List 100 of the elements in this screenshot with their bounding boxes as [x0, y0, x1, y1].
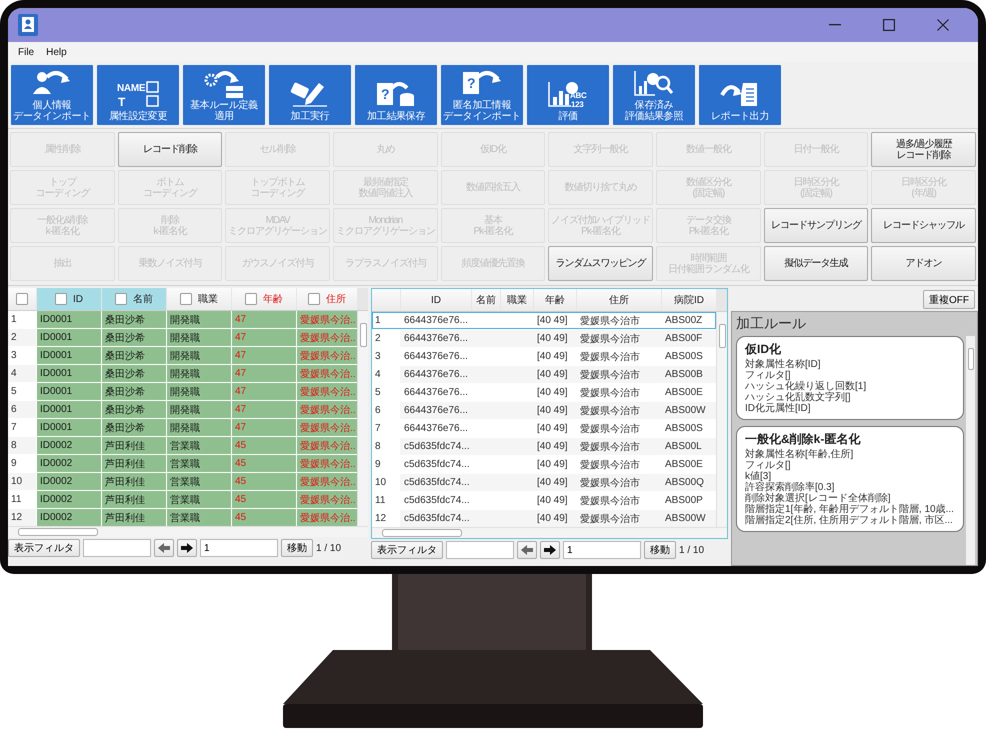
- table-cell: 45: [235, 512, 246, 523]
- table-cell: ID0001: [40, 404, 72, 415]
- operation-button[interactable]: レコード削除: [118, 132, 222, 167]
- vertical-scrollbar[interactable]: [357, 311, 368, 526]
- gear-arrow-icon: [203, 68, 245, 98]
- table-cell-text: 愛媛県今治市: [580, 404, 640, 418]
- column-header[interactable]: 職業: [198, 292, 218, 306]
- horizontal-scrollbar[interactable]: [372, 527, 727, 538]
- rule-parameter: 対象属性名称[ID]: [745, 359, 822, 370]
- close-icon[interactable]: [937, 19, 949, 31]
- column-header[interactable]: 名前: [133, 292, 153, 306]
- table-cell: ID0002: [40, 494, 72, 505]
- table-cell-text: 愛媛県今治..: [300, 404, 356, 416]
- table-row[interactable]: 6 6644376e76... [40 49] 愛媛県今治市 ABS00W: [372, 402, 716, 419]
- table-cell: 47: [235, 422, 246, 433]
- table-row[interactable]: 5 6644376e76... [40 49] 愛媛県今治市 ABS00E: [372, 384, 716, 401]
- filter-field[interactable]: [446, 541, 514, 559]
- table-row[interactable]: 12 c5d635fdc74... [40 49] 愛媛県今治市 ABS00W: [372, 510, 716, 527]
- table-cell: ABS00F: [665, 333, 702, 344]
- table-row[interactable]: 11 c5d635fdc74... [40 49] 愛媛県今治市 ABS00P: [372, 492, 716, 509]
- table-row[interactable]: 7 6644376e76... [40 49] 愛媛県今治市 ABS00S: [372, 420, 716, 437]
- table-cell: [40 49]: [537, 369, 568, 380]
- table-cell: [40 49]: [537, 351, 568, 362]
- next-page-button[interactable]: [177, 539, 197, 557]
- table-cell: 6644376e76...: [404, 405, 468, 416]
- maximize-icon[interactable]: [883, 19, 895, 31]
- table-row[interactable]: 10 c5d635fdc74... [40 49] 愛媛県今治市 ABS00Q: [372, 474, 716, 491]
- rule-card[interactable]: 仮ID化 対象属性名称[ID] フィルタ[] ハッシュ化繰り返し回数[1] ハッシュ化乱数文字列[] ID化元属性[ID]: [736, 336, 964, 420]
- toolbar-button[interactable]: 加工実行: [269, 65, 351, 125]
- filter-button[interactable]: 表示フィルタ: [371, 541, 443, 559]
- table-cell: c5d635fdc74...: [404, 477, 470, 488]
- checkbox[interactable]: [308, 293, 320, 305]
- filter-button[interactable]: 表示フィルタ: [8, 539, 80, 557]
- filter-field[interactable]: [83, 539, 151, 557]
- table-cell: 47: [235, 404, 246, 415]
- table-cell-text: 愛媛県今治..: [300, 458, 356, 470]
- menu-item[interactable]: File: [12, 44, 40, 60]
- table-cell: 45: [235, 476, 246, 487]
- toolbar-button[interactable]: 個人情報 データインポート: [11, 65, 93, 125]
- menu-item[interactable]: Help: [40, 44, 73, 60]
- checkbox[interactable]: [115, 293, 127, 305]
- minimize-icon[interactable]: [829, 24, 841, 26]
- column-header[interactable]: ID: [431, 294, 441, 306]
- toolbar-button[interactable]: NAME T 属性設定変更: [97, 65, 179, 125]
- column-header[interactable]: ID: [73, 294, 83, 304]
- operation-button[interactable]: レコードサンプリング: [764, 208, 868, 243]
- rule-card[interactable]: 一般化&削除k-匿名化 対象属性名称[年齢,住所] フィルタ[] k値[3] 許容探索削除率[0.3] 削除対象選択[レコード全体削除] 階層指定1[年齢, 年齢用デフォルト階層, 10歳... 階層指定2[住所, 住所用デフォルト階層, 市区...: [736, 426, 964, 532]
- table-row[interactable]: 4 6644376e76... [40 49] 愛媛県今治市 ABS00B: [372, 366, 716, 383]
- operation-button[interactable]: アドオン: [871, 246, 976, 281]
- checkbox[interactable]: [55, 293, 67, 305]
- operation-button[interactable]: ランダムスワッピング: [548, 246, 653, 281]
- page-field[interactable]: 1: [563, 541, 641, 559]
- table-cell-text: 桑田沙希: [105, 350, 145, 362]
- checkbox[interactable]: [180, 293, 192, 305]
- page-field[interactable]: 1: [200, 539, 278, 557]
- vertical-scrollbar[interactable]: [716, 312, 727, 527]
- table-row[interactable]: 9 c5d635fdc74... [40 49] 愛媛県今治市 ABS00E: [372, 456, 716, 473]
- horizontal-scrollbar[interactable]: [8, 526, 368, 537]
- table-cell: 6644376e76...: [404, 351, 468, 362]
- table-row[interactable]: 8 c5d635fdc74... [40 49] 愛媛県今治市 ABS00L: [372, 438, 716, 455]
- table-cell-text: 愛媛県今治市: [580, 476, 640, 490]
- table-row[interactable]: 1 6644376e76... [40 49] 愛媛県今治市 ABS00Z: [372, 312, 716, 329]
- previous-page-button[interactable]: [154, 539, 174, 557]
- go-button[interactable]: 移動: [644, 541, 676, 559]
- table-row[interactable]: 3 6644376e76... [40 49] 愛媛県今治市 ABS00S: [372, 348, 716, 365]
- previous-page-button[interactable]: [517, 541, 537, 559]
- column-header[interactable]: 住所: [609, 293, 629, 307]
- checkbox[interactable]: [245, 293, 257, 305]
- table-cell: ID0001: [40, 422, 72, 433]
- row-number: 10: [8, 473, 36, 490]
- row-number: 2: [8, 329, 36, 346]
- table-cell: [40 49]: [537, 315, 568, 326]
- table-cell-text: 愛媛県今治..: [300, 386, 356, 398]
- toolbar-button[interactable]: 基本ルール定義 適用: [183, 65, 265, 125]
- next-page-button[interactable]: [540, 541, 560, 559]
- toolbar-button[interactable]: 保存済み 評価結果参照: [613, 65, 695, 125]
- operation-button[interactable]: レコードシャッフル: [871, 208, 976, 243]
- table-row[interactable]: 2 6644376e76... [40 49] 愛媛県今治市 ABS00F: [372, 330, 716, 347]
- table-cell-text: 芦田利佳: [105, 512, 145, 524]
- right-arrow-icon: [544, 545, 556, 555]
- checkbox[interactable]: [16, 293, 28, 305]
- toolbar-button[interactable]: ? 加工結果保存: [355, 65, 437, 125]
- operation-button[interactable]: 過多/過少履歴 レコード削除: [871, 132, 976, 167]
- column-header[interactable]: [8, 288, 36, 310]
- column-header[interactable]: 年齢: [263, 292, 283, 306]
- table-cell-text: 愛媛県今治..: [300, 422, 356, 434]
- go-button[interactable]: 移動: [281, 539, 313, 557]
- operation-button[interactable]: 擬似データ生成: [764, 246, 868, 281]
- table-cell-text: 愛媛県今治市: [580, 350, 640, 364]
- table-cell: 6644376e76...: [404, 315, 468, 326]
- table-cell: c5d635fdc74...: [404, 441, 470, 452]
- panel-title: 加工ルール: [736, 314, 807, 333]
- duplicate-toggle-button[interactable]: 重複OFF: [923, 290, 975, 309]
- toolbar-button[interactable]: ? 匿名加工情報 データインポート: [441, 65, 523, 125]
- table-cell-text: 愛媛県今治..: [300, 494, 356, 506]
- table-cell: [40 49]: [537, 477, 568, 488]
- toolbar-button[interactable]: レポート出力: [699, 65, 781, 125]
- table-cell: c5d635fdc74...: [404, 495, 470, 506]
- toolbar-button[interactable]: ABC 123 評価: [527, 65, 609, 125]
- vertical-scrollbar[interactable]: [966, 336, 975, 565]
